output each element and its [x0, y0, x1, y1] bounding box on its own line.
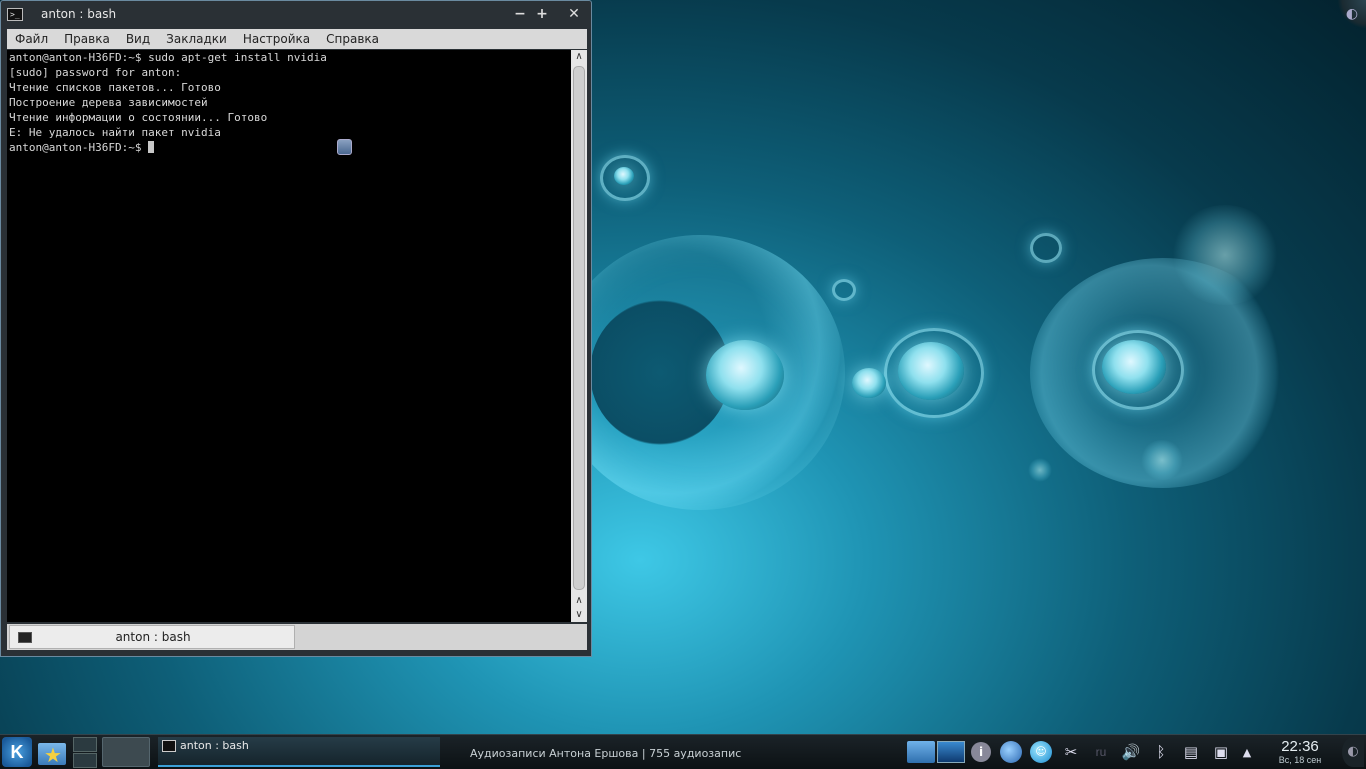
terminal-scrollbar[interactable]: ∧ ∧ ∨	[571, 50, 587, 622]
menu-edit[interactable]: Правка	[56, 32, 118, 46]
volume-icon[interactable]: 🔊	[1116, 737, 1146, 767]
terminal-prompt: anton@anton-H36FD:~$	[9, 141, 149, 154]
clock-time: 22:36	[1281, 737, 1319, 755]
wallpaper-bubble	[1028, 458, 1052, 482]
session-tab-label: anton : bash	[115, 630, 191, 644]
scissors-icon[interactable]: ✂	[1056, 737, 1086, 767]
menu-help[interactable]: Справка	[318, 32, 387, 46]
display-icon[interactable]	[936, 737, 966, 767]
session-tab-bar: anton : bash	[7, 624, 587, 650]
wallpaper-bubble	[1030, 233, 1062, 263]
panel-toolbox-button[interactable]: ◐	[1342, 737, 1364, 767]
wallpaper-bubble	[1170, 205, 1280, 305]
bluetooth-icon[interactable]: ᛒ	[1146, 737, 1176, 767]
menu-view[interactable]: Вид	[118, 32, 158, 46]
scrollbar-thumb[interactable]	[573, 66, 585, 590]
messenger-icon[interactable]: ☺	[1026, 737, 1056, 767]
file-manager-icon[interactable]	[906, 737, 936, 767]
terminal-line: Чтение информации о состоянии... Готово	[9, 111, 268, 124]
clipboard-icon[interactable]: ▤	[1176, 737, 1206, 767]
terminal-line: [sudo] password for anton:	[9, 66, 182, 79]
desktop-toolbox-button[interactable]: ◐	[1338, 0, 1366, 28]
system-tray: i ☺ ✂ ru 🔊 ᛒ ▤ ▣ ▲ 22:36 Вс, 18 сен ◐	[906, 735, 1366, 769]
terminal-window: >_ anton : bash − + ✕ Файл Правка Вид За…	[0, 0, 592, 657]
terminal-icon	[18, 631, 32, 643]
mouse-pointer-icon	[337, 139, 352, 155]
menu-settings[interactable]: Настройка	[235, 32, 318, 46]
scroll-down-arrow-icon[interactable]: ∨	[571, 608, 587, 622]
window-title: anton : bash	[41, 7, 117, 21]
terminal-line: Чтение списков пакетов... Готово	[9, 81, 221, 94]
task-label: Аудиозаписи Антона Ершова | 755 аудиозап…	[470, 746, 742, 760]
terminal-icon[interactable]: >_	[7, 7, 23, 21]
minimize-button[interactable]: −	[509, 6, 531, 22]
wallpaper-bubble	[832, 279, 856, 301]
terminal-line: Построение дерева зависимостей	[9, 96, 208, 109]
menu-bookmarks[interactable]: Закладки	[158, 32, 235, 46]
menu-file[interactable]: Файл	[7, 32, 56, 46]
task-browser[interactable]: Аудиозаписи Антона Ершова | 755 аудиозап…	[470, 738, 760, 766]
pager-desktop-1[interactable]	[73, 736, 97, 752]
wallpaper-bubble	[898, 342, 964, 400]
scroll-up-arrow-icon[interactable]: ∧	[571, 50, 587, 64]
wallpaper-bubble	[706, 340, 784, 410]
text-cursor	[148, 141, 155, 153]
star-icon: ★	[44, 743, 62, 767]
keyboard-layout-indicator[interactable]: ru	[1086, 737, 1116, 767]
taskbar-panel: K ★ anton : bash Аудиозаписи Антона Ершо…	[0, 734, 1366, 769]
task-terminal[interactable]: anton : bash	[158, 737, 440, 767]
session-tab[interactable]: anton : bash	[9, 625, 295, 649]
favorites-folder-icon[interactable]: ★	[36, 737, 68, 767]
battery-icon[interactable]: ▣	[1206, 737, 1236, 767]
close-button[interactable]: ✕	[563, 6, 585, 22]
terminal-line: anton@anton-H36FD:~$ sudo apt-get instal…	[9, 51, 327, 64]
tray-expand-arrow-icon[interactable]: ▲	[1236, 737, 1258, 767]
wallpaper-bubble	[1140, 440, 1184, 480]
wallpaper-bubble	[614, 167, 634, 185]
clock-date: Вс, 18 сен	[1278, 754, 1322, 765]
menu-bar: Файл Правка Вид Закладки Настройка Справ…	[7, 29, 587, 49]
application-launcher-button[interactable]: K	[2, 737, 32, 767]
wallpaper-bubble	[852, 368, 886, 398]
terminal-icon	[162, 740, 176, 752]
clock[interactable]: 22:36 Вс, 18 сен	[1258, 737, 1342, 766]
network-globe-icon[interactable]	[996, 737, 1026, 767]
task-label: anton : bash	[180, 739, 249, 752]
pager-desktop-2[interactable]	[73, 752, 97, 768]
scroll-up-arrow-icon[interactable]: ∧	[571, 594, 587, 608]
maximize-button[interactable]: +	[531, 6, 553, 22]
info-icon[interactable]: i	[966, 737, 996, 767]
show-desktop-button[interactable]	[102, 737, 150, 767]
terminal-line: E: Не удалось найти пакет nvidia	[9, 126, 221, 139]
wallpaper-bubble	[1102, 340, 1166, 394]
terminal-output[interactable]: anton@anton-H36FD:~$ sudo apt-get instal…	[7, 50, 571, 622]
window-titlebar[interactable]: >_ anton : bash − + ✕	[1, 1, 591, 27]
desktop-pager[interactable]	[72, 736, 98, 769]
terminal-prompt-line: anton@anton-H36FD:~$	[7, 140, 571, 155]
